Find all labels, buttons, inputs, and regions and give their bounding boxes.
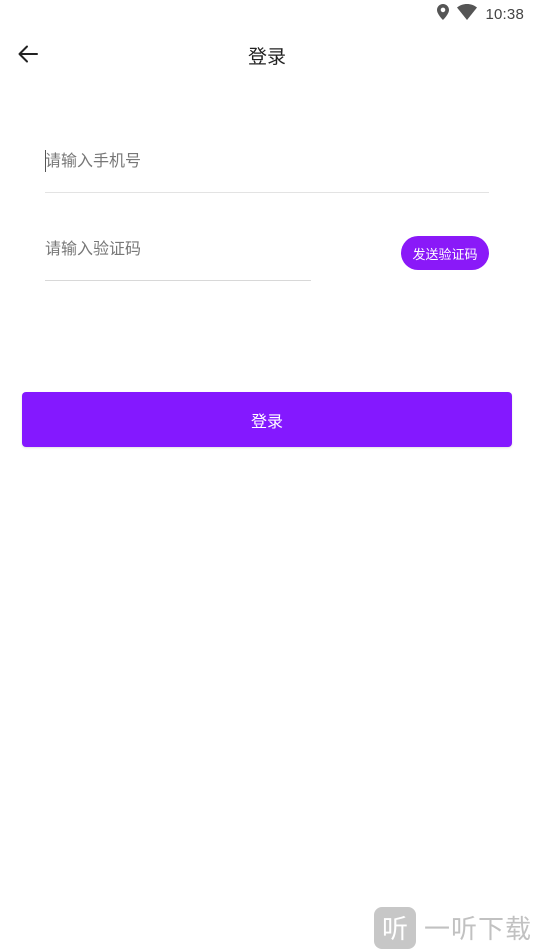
status-bar: 10:38	[0, 0, 534, 28]
app-bar: 登录	[0, 28, 534, 84]
phone-field[interactable]	[45, 134, 489, 193]
page-title: 登录	[247, 46, 286, 68]
phone-input[interactable]	[45, 134, 489, 186]
watermark: 听 一听下载	[374, 906, 534, 949]
watermark-text: 一听下载	[424, 915, 533, 945]
wifi-icon	[457, 4, 478, 24]
watermark-logo: 听	[374, 906, 416, 949]
send-code-button[interactable]: 发送验证码	[401, 236, 489, 270]
verification-code-input[interactable]	[45, 222, 311, 274]
location-icon	[437, 4, 450, 24]
status-icons: 10:38	[437, 4, 524, 24]
text-caret	[45, 150, 46, 172]
verification-code-field[interactable]	[45, 222, 311, 281]
login-button[interactable]: 登录	[22, 392, 512, 447]
status-time: 10:38	[485, 5, 524, 23]
